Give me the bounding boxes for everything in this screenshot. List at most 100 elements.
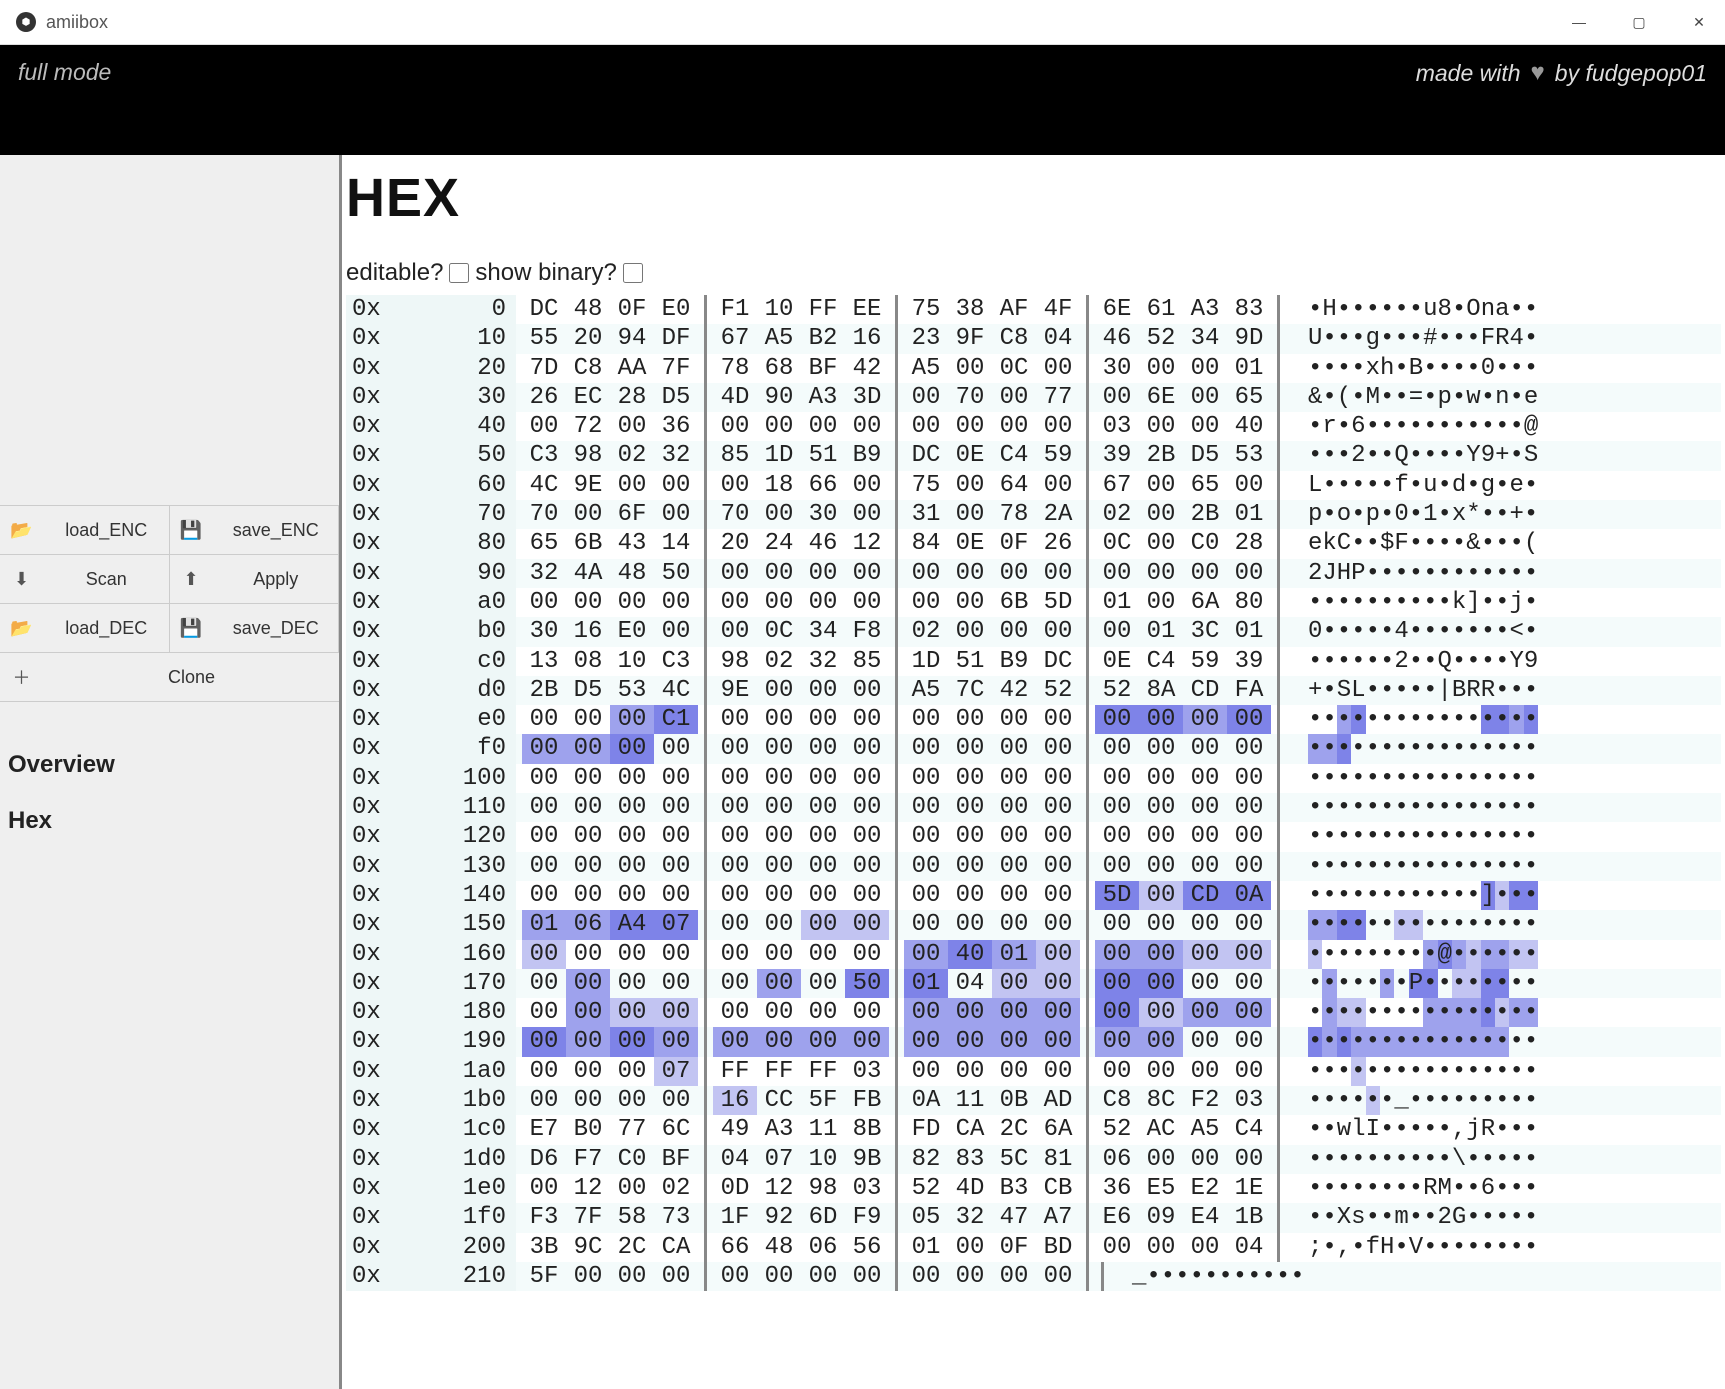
hex-byte[interactable]: 01 [904, 1233, 948, 1262]
hex-byte[interactable]: 00 [610, 734, 654, 763]
hex-byte[interactable]: 00 [1036, 1057, 1080, 1086]
hex-byte[interactable]: 46 [801, 529, 845, 558]
hex-byte[interactable]: A3 [801, 383, 845, 412]
hex-byte[interactable]: 00 [1183, 822, 1227, 851]
hex-byte[interactable]: 59 [1036, 441, 1080, 470]
hex-byte[interactable]: 52 [1036, 676, 1080, 705]
hex-byte[interactable]: 00 [1095, 764, 1139, 793]
hex-byte[interactable]: 00 [713, 764, 757, 793]
hex-byte[interactable]: 00 [757, 822, 801, 851]
hex-byte[interactable]: A5 [757, 324, 801, 353]
hex-byte[interactable]: 00 [522, 881, 566, 910]
hex-byte[interactable]: BF [801, 354, 845, 383]
hex-byte[interactable]: 9B [845, 1145, 889, 1174]
hex-byte[interactable]: 00 [610, 705, 654, 734]
hex-byte[interactable]: 00 [845, 793, 889, 822]
hex-byte[interactable]: 00 [1227, 559, 1271, 588]
hex-byte[interactable]: 4D [713, 383, 757, 412]
hex-byte[interactable]: 00 [948, 734, 992, 763]
hex-byte[interactable]: 00 [757, 705, 801, 734]
hex-byte[interactable]: 00 [1095, 852, 1139, 881]
hex-byte[interactable]: 00 [610, 940, 654, 969]
hex-byte[interactable]: 00 [566, 705, 610, 734]
hex-byte[interactable]: 00 [992, 559, 1036, 588]
hex-byte[interactable]: 28 [610, 383, 654, 412]
hex-byte[interactable]: 0E [1095, 647, 1139, 676]
hex-byte[interactable]: 01 [1227, 354, 1271, 383]
editable-checkbox[interactable] [449, 263, 469, 283]
hex-byte[interactable]: CA [654, 1233, 698, 1262]
hex-byte[interactable]: 00 [801, 940, 845, 969]
hex-byte[interactable]: 90 [757, 383, 801, 412]
hex-byte[interactable]: 00 [845, 998, 889, 1027]
hex-byte[interactable]: 7F [566, 1203, 610, 1232]
hex-byte[interactable]: 13 [522, 647, 566, 676]
hex-byte[interactable]: 00 [654, 734, 698, 763]
hex-byte[interactable]: 00 [566, 793, 610, 822]
hex-byte[interactable]: 00 [801, 734, 845, 763]
save-icon[interactable]: 💾 [170, 506, 214, 554]
hex-byte[interactable]: 00 [948, 1233, 992, 1262]
hex-byte[interactable]: 00 [610, 471, 654, 500]
hex-byte[interactable]: 94 [610, 324, 654, 353]
hex-byte[interactable]: C8 [566, 354, 610, 383]
hex-byte[interactable]: 02 [654, 1174, 698, 1203]
hex-byte[interactable]: 5C [992, 1145, 1036, 1174]
hex-byte[interactable]: 00 [654, 822, 698, 851]
hex-byte[interactable]: CA [948, 1115, 992, 1144]
hex-byte[interactable]: 01 [522, 910, 566, 939]
hex-byte[interactable]: 0F [992, 1233, 1036, 1262]
hex-byte[interactable]: 00 [948, 354, 992, 383]
hex-byte[interactable]: 00 [522, 1086, 566, 1115]
hex-byte[interactable]: 00 [904, 412, 948, 441]
hex-byte[interactable]: 00 [948, 1262, 992, 1291]
hex-byte[interactable]: 12 [845, 529, 889, 558]
hex-byte[interactable]: AD [1036, 1086, 1080, 1115]
hex-byte[interactable]: 00 [992, 910, 1036, 939]
hex-byte[interactable]: 32 [948, 1203, 992, 1232]
hex-byte[interactable]: 00 [1036, 1262, 1080, 1291]
hex-byte[interactable]: 00 [713, 969, 757, 998]
hex-byte[interactable]: 00 [713, 822, 757, 851]
hex-byte[interactable]: 52 [1139, 324, 1183, 353]
hex-byte[interactable]: 00 [610, 998, 654, 1027]
hex-byte[interactable]: 00 [610, 588, 654, 617]
hex-byte[interactable]: 6A [1183, 588, 1227, 617]
hex-byte[interactable]: 00 [1139, 588, 1183, 617]
hex-byte[interactable]: 00 [845, 705, 889, 734]
hex-byte[interactable]: 0F [992, 529, 1036, 558]
apply-button[interactable]: Apply [214, 555, 340, 603]
hex-byte[interactable]: 00 [1139, 793, 1183, 822]
hex-byte[interactable]: CD [1183, 881, 1227, 910]
hex-byte[interactable]: 06 [566, 910, 610, 939]
hex-byte[interactable]: 4C [522, 471, 566, 500]
hex-byte[interactable]: 3D [845, 383, 889, 412]
hex-byte[interactable]: 42 [845, 354, 889, 383]
hex-byte[interactable]: 00 [1036, 998, 1080, 1027]
show-binary-checkbox[interactable] [623, 263, 643, 283]
hex-byte[interactable]: 00 [1227, 734, 1271, 763]
save-dec-button[interactable]: save_DEC [214, 604, 340, 652]
hex-byte[interactable]: 00 [845, 676, 889, 705]
hex-byte[interactable]: 61 [1139, 295, 1183, 324]
hex-byte[interactable]: DF [654, 324, 698, 353]
hex-byte[interactable]: 00 [713, 559, 757, 588]
hex-byte[interactable]: 67 [713, 324, 757, 353]
hex-byte[interactable]: 00 [654, 881, 698, 910]
hex-byte[interactable]: 02 [1095, 500, 1139, 529]
hex-byte[interactable]: 00 [845, 1027, 889, 1056]
hex-byte[interactable]: 00 [610, 1086, 654, 1115]
hex-byte[interactable]: 83 [948, 1145, 992, 1174]
hex-byte[interactable]: 00 [992, 705, 1036, 734]
hex-byte[interactable]: 03 [1227, 1086, 1271, 1115]
hex-byte[interactable]: 00 [757, 1262, 801, 1291]
hex-byte[interactable]: 00 [1227, 471, 1271, 500]
hex-byte[interactable]: 00 [1227, 1027, 1271, 1056]
hex-byte[interactable]: DC [904, 441, 948, 470]
hex-byte[interactable]: 82 [904, 1145, 948, 1174]
hex-byte[interactable]: 6F [610, 500, 654, 529]
hex-byte[interactable]: 00 [1036, 354, 1080, 383]
hex-byte[interactable]: 9F [948, 324, 992, 353]
hex-byte[interactable]: 00 [1139, 998, 1183, 1027]
hex-byte[interactable]: 00 [522, 1027, 566, 1056]
